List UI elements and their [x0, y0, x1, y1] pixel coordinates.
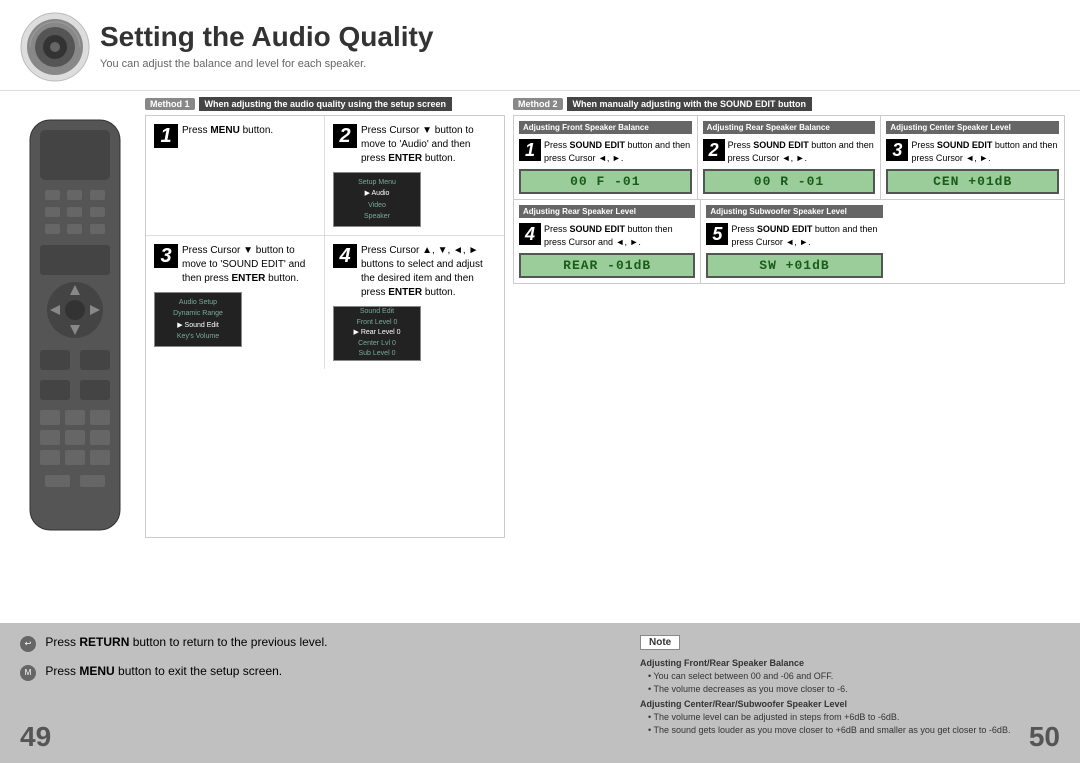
return-instruction: ↩ Press RETURN button to return to the p… — [20, 635, 327, 652]
menu-instruction: M Press MENU button to exit the setup sc… — [20, 664, 327, 681]
step2: 2 Press Cursor ▼ button to move to 'Audi… — [325, 116, 504, 236]
lcd-subwoofer: SW +01dB — [706, 253, 882, 278]
return-bullet: ↩ — [20, 636, 36, 652]
remote-control — [15, 115, 135, 538]
lcd-front-balance: 00 F -01 — [519, 169, 692, 194]
step1-text: Press MENU button. — [182, 124, 273, 138]
screen-thumb-2: Audio Setup Dynamic Range ▶ Sound Edit K… — [154, 292, 242, 347]
step3: 3 Press Cursor ▼ button to move to 'SOUN… — [146, 236, 325, 369]
speaker-icon — [20, 12, 90, 82]
note1-title: Adjusting Front/Rear Speaker Balance — [640, 658, 1060, 668]
lcd-rear-level: REAR -01dB — [519, 253, 695, 278]
page-subtitle: You can adjust the balance and level for… — [100, 58, 433, 70]
rear-balance-section: Adjusting Rear Speaker Balance 2 Press S… — [698, 116, 882, 199]
s4-num: 4 — [519, 223, 541, 245]
page-num-left: 49 — [20, 721, 51, 753]
menu-text: Press MENU button to exit the setup scre… — [45, 664, 282, 678]
s1-text: Press SOUND EDIT button and then press C… — [544, 139, 692, 164]
bottom-left: ↩ Press RETURN button to return to the p… — [20, 635, 327, 681]
screen-thumb-1: Setup Menu ▶ Audio Video Speaker — [333, 172, 421, 227]
note2-title: Adjusting Center/Rear/Subwoofer Speaker … — [640, 699, 1060, 709]
s3-num: 3 — [886, 139, 908, 161]
method1-steps: 1 Press MENU button. 2 Press Cursor ▼ bu… — [145, 115, 505, 538]
method1-heading: When adjusting the audio quality using t… — [199, 97, 453, 111]
center-level-title: Adjusting Center Speaker Level — [886, 121, 1059, 134]
method2-content: Adjusting Front Speaker Balance 1 Press … — [513, 115, 1065, 284]
step4-num: 4 — [333, 244, 357, 268]
subwoofer-title: Adjusting Subwoofer Speaker Level — [706, 205, 882, 218]
subwoofer-section: Adjusting Subwoofer Speaker Level 5 Pres… — [701, 200, 887, 283]
step2-num: 2 — [333, 124, 357, 148]
s2-text: Press SOUND EDIT button and then press C… — [728, 139, 876, 164]
lcd-rear-balance: 00 R -01 — [703, 169, 876, 194]
method2-heading: When manually adjusting with the SOUND E… — [567, 97, 813, 111]
step3-text: Press Cursor ▼ button to move to 'SOUND … — [182, 244, 316, 286]
s4-text: Press SOUND EDIT button then press Curso… — [544, 223, 695, 248]
rear-level-title: Adjusting Rear Speaker Level — [519, 205, 695, 218]
screen-thumb-3: Sound Edit Front Level 0 ▶ Rear Level 0 … — [333, 306, 421, 361]
empty-spacer — [888, 200, 1064, 283]
notes-area: Note Adjusting Front/Rear Speaker Balanc… — [640, 635, 1060, 736]
step1: 1 Press MENU button. — [146, 116, 325, 236]
note2-item1: • The volume level can be adjusted in st… — [640, 711, 1060, 724]
step1-num: 1 — [154, 124, 178, 148]
step4: 4 Press Cursor ▲, ▼, ◄, ► buttons to sel… — [325, 236, 504, 369]
rear-balance-title: Adjusting Rear Speaker Balance — [703, 121, 876, 134]
page-title: Setting the Audio Quality — [100, 20, 433, 54]
step3-num: 3 — [154, 244, 178, 268]
center-level-section: Adjusting Center Speaker Level 3 Press S… — [881, 116, 1064, 199]
s2-num: 2 — [703, 139, 725, 161]
step2-text: Press Cursor ▼ button to move to 'Audio'… — [361, 124, 496, 166]
note-box: Note — [640, 635, 680, 650]
top-white-area: Setting the Audio Quality You can adjust… — [0, 0, 1080, 623]
rear-level-section: Adjusting Rear Speaker Level 4 Press SOU… — [514, 200, 701, 283]
note1-item1: • You can select between 00 and -06 and … — [640, 670, 1060, 683]
page-container: Setting the Audio Quality You can adjust… — [0, 0, 1080, 763]
note2-item2: • The sound gets louder as you move clos… — [640, 724, 1060, 737]
step4-text: Press Cursor ▲, ▼, ◄, ► buttons to selec… — [361, 244, 496, 300]
s1-num: 1 — [519, 139, 541, 161]
method2-label: Method 2 — [513, 98, 563, 110]
front-balance-title: Adjusting Front Speaker Balance — [519, 121, 692, 134]
s5-num: 5 — [706, 223, 728, 245]
note1-item2: • The volume decreases as you move close… — [640, 683, 1060, 696]
method1-label: Method 1 — [145, 98, 195, 110]
menu-bullet: M — [20, 665, 36, 681]
page-header: Setting the Audio Quality You can adjust… — [0, 0, 1080, 91]
page-num-right: 50 — [1029, 721, 1060, 753]
s3-text: Press SOUND EDIT button and then press C… — [911, 139, 1059, 164]
lcd-center-level: CEN +01dB — [886, 169, 1059, 194]
s5-text: Press SOUND EDIT button and then press C… — [731, 223, 882, 248]
front-balance-section: Adjusting Front Speaker Balance 1 Press … — [514, 116, 698, 199]
bottom-gray-area: ↩ Press RETURN button to return to the p… — [0, 623, 1080, 763]
return-text: Press RETURN button to return to the pre… — [45, 635, 327, 649]
header-text: Setting the Audio Quality You can adjust… — [100, 20, 433, 70]
